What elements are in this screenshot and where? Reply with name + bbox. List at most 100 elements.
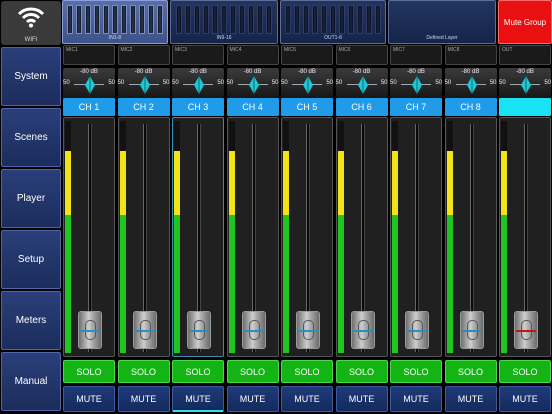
wifi-label: WIFI (24, 37, 38, 43)
fader-handle[interactable] (350, 311, 375, 349)
pan-control[interactable]: -80 dB 50 50 (499, 68, 551, 98)
source-selector[interactable]: MIC7 (390, 45, 442, 65)
level-meter (174, 121, 180, 353)
source-selector[interactable]: MIC3 (172, 45, 224, 65)
source-selector[interactable]: MIC6 (335, 45, 388, 65)
pan-control[interactable]: -80 dB 50 50 (172, 68, 224, 98)
channel-name-button[interactable]: CH 4 (226, 98, 279, 116)
pan-knob-icon (194, 76, 204, 94)
nav-manual-button[interactable]: Manual (1, 352, 61, 411)
pan-control[interactable]: -80 dB 50 50 (63, 68, 115, 98)
fader-handle[interactable] (241, 311, 266, 349)
fader-handle[interactable] (459, 311, 484, 349)
nav-scenes-button[interactable]: Scenes (1, 108, 61, 167)
source-selector[interactable]: MIC4 (226, 45, 279, 65)
pan-knob-icon (303, 76, 313, 94)
channel-name-button[interactable]: CH 5 (281, 98, 333, 116)
pan-control[interactable]: -80 dB 50 50 (117, 68, 170, 98)
channel-name-button[interactable]: CH 2 (117, 98, 170, 116)
mute-button[interactable]: MUTE (117, 386, 170, 412)
mute-button[interactable]: MUTE (63, 386, 115, 412)
pan-right-value: 50 (108, 80, 115, 86)
pan-control[interactable]: -80 dB 50 50 (444, 68, 497, 98)
channel-name-button[interactable]: CH 7 (390, 98, 442, 116)
pan-knob-icon (412, 76, 422, 94)
mute-button[interactable]: MUTE (226, 386, 279, 412)
gain-readout: -80 dB (134, 69, 153, 75)
channel-name-button[interactable]: CH 1 (63, 98, 115, 116)
pan-knob-icon (85, 76, 95, 94)
mute-button[interactable]: MUTE (281, 386, 333, 412)
solo-button[interactable]: SOLO (172, 360, 224, 383)
source-label: MIC5 (284, 47, 296, 53)
fader-panel (172, 117, 224, 357)
level-meter (283, 121, 289, 353)
bank-preview (63, 5, 167, 34)
channel-name-button[interactable]: CH 3 (172, 98, 224, 116)
pan-left-value: 50 (226, 80, 234, 86)
source-label: MIC3 (175, 47, 187, 53)
source-selector[interactable]: MIC2 (117, 45, 170, 65)
sidebar: WIFI System Scenes Player Setup Meters M… (0, 0, 62, 414)
gain-readout: -80 dB (461, 69, 480, 75)
mute-group-button[interactable]: Mute Group (498, 0, 552, 44)
pan-right-value: 50 (271, 80, 279, 86)
fader-handle[interactable] (78, 311, 102, 349)
nav-system-button[interactable]: System (1, 47, 61, 106)
fader-handle[interactable] (514, 311, 538, 349)
channel-name-button[interactable]: CH 6 (335, 98, 388, 116)
gain-readout: -80 dB (298, 69, 316, 75)
source-selector[interactable]: MIC5 (281, 45, 333, 65)
mute-button[interactable]: MUTE (335, 386, 388, 412)
fader-handle[interactable] (405, 311, 429, 349)
bank-tab-label: OUT1-8 (324, 35, 342, 41)
wifi-button[interactable]: WIFI (1, 1, 61, 45)
pan-left-value: 50 (335, 80, 343, 86)
pan-knob-icon (357, 76, 368, 94)
fader-handle[interactable] (296, 311, 320, 349)
nav-meters-button[interactable]: Meters (1, 291, 61, 350)
bank-tab-out1-8[interactable]: OUT1-8 (280, 0, 386, 44)
source-selector[interactable]: MIC1 (63, 45, 115, 65)
source-label: OUT (502, 47, 513, 53)
fader-panel (117, 117, 170, 357)
pan-left-value: 50 (117, 80, 125, 86)
gain-readout: -80 dB (352, 69, 371, 75)
bank-tab-defined-layer[interactable]: Defined Layer (388, 0, 496, 44)
channel-name-button[interactable] (499, 98, 551, 116)
source-selector[interactable]: MIC8 (444, 45, 497, 65)
solo-button[interactable]: SOLO (390, 360, 442, 383)
pan-control[interactable]: -80 dB 50 50 (281, 68, 333, 98)
mute-button[interactable]: MUTE (499, 386, 551, 412)
fader-handle[interactable] (187, 311, 211, 349)
solo-button[interactable]: SOLO (226, 360, 279, 383)
fader-handle[interactable] (132, 311, 157, 349)
pan-control[interactable]: -80 dB 50 50 (390, 68, 442, 98)
pan-control[interactable]: -80 dB 50 50 (226, 68, 279, 98)
solo-button[interactable]: SOLO (499, 360, 551, 383)
source-selector[interactable]: OUT (499, 45, 551, 65)
nav-player-button[interactable]: Player (1, 169, 61, 228)
fader-panel (390, 117, 442, 357)
channel-strip: MIC4 -80 dB 50 50 CH 4 SOLO MUTE (226, 44, 280, 414)
level-meter (501, 121, 507, 353)
nav-setup-button[interactable]: Setup (1, 230, 61, 289)
pan-left-value: 50 (63, 80, 70, 86)
gain-readout: -80 dB (80, 69, 98, 75)
mute-button[interactable]: MUTE (444, 386, 497, 412)
solo-button[interactable]: SOLO (335, 360, 388, 383)
channel-name-button[interactable]: CH 8 (444, 98, 497, 116)
mute-button[interactable]: MUTE (172, 386, 224, 412)
pan-control[interactable]: -80 dB 50 50 (335, 68, 388, 98)
channel-strip: MIC5 -80 dB 50 50 CH 5 SOLO MUTE (280, 44, 334, 414)
channel-strip: MIC3 -80 dB 50 50 CH 3 SOLO MUTE (171, 44, 225, 414)
solo-button[interactable]: SOLO (63, 360, 115, 383)
fader-panel (444, 117, 497, 357)
bank-tab-in9-16[interactable]: IN9-16 (170, 0, 278, 44)
solo-button[interactable]: SOLO (281, 360, 333, 383)
pan-right-value: 50 (162, 80, 170, 86)
solo-button[interactable]: SOLO (117, 360, 170, 383)
mute-button[interactable]: MUTE (390, 386, 442, 412)
bank-tab-in1-8[interactable]: IN1-8 (62, 0, 168, 44)
solo-button[interactable]: SOLO (444, 360, 497, 383)
